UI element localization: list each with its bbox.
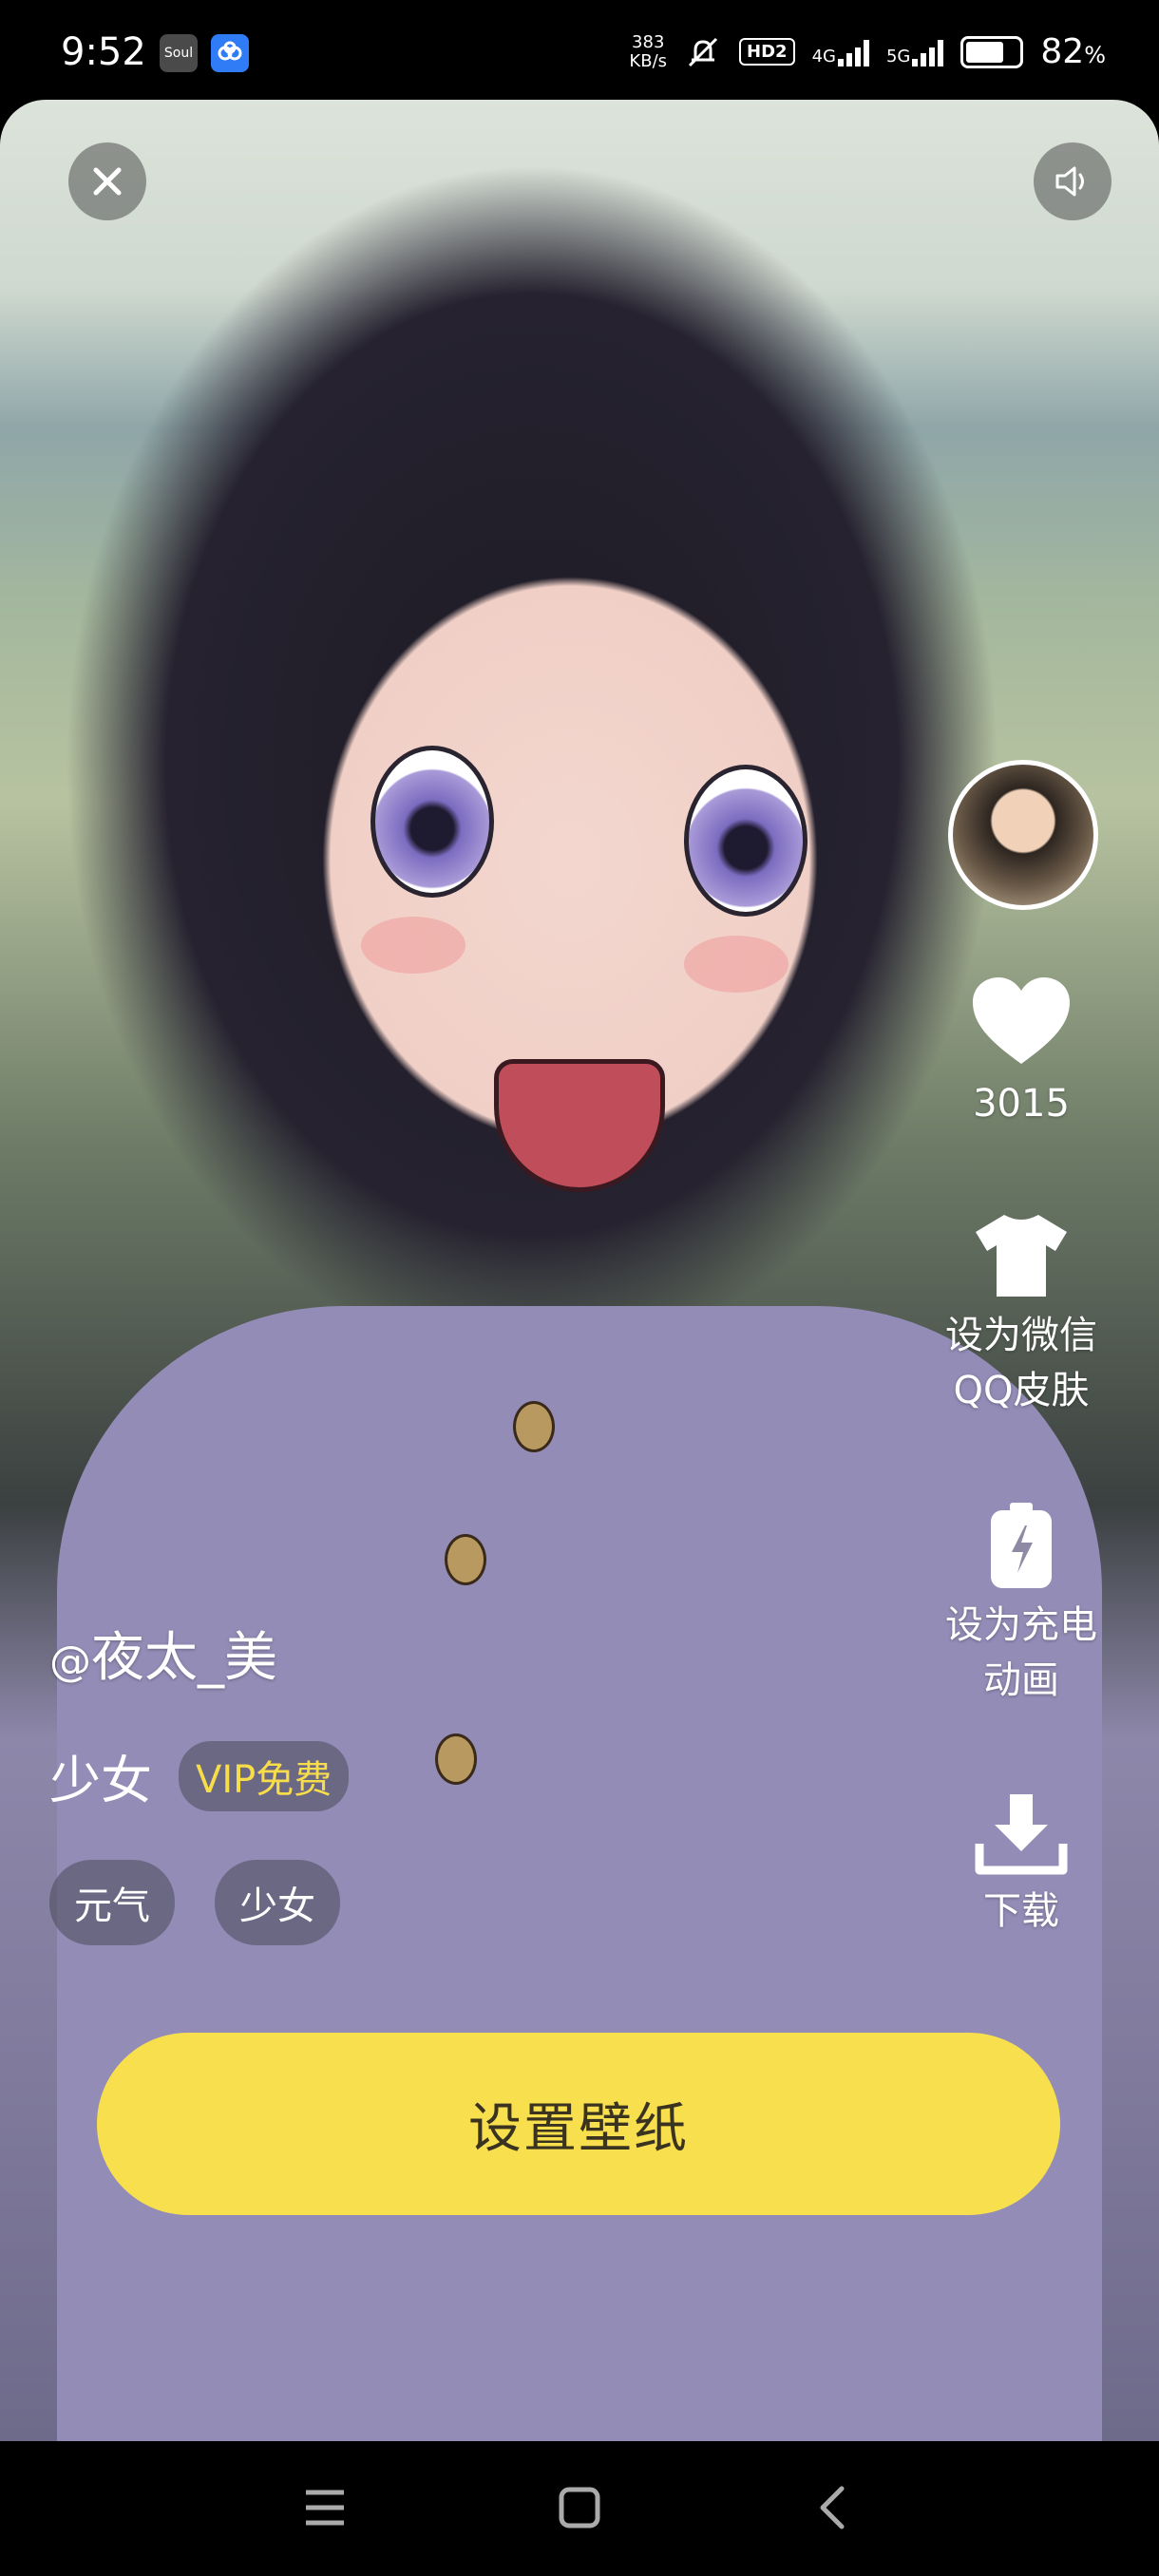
close-button[interactable] bbox=[68, 142, 146, 220]
wallpaper-title: 少女 bbox=[49, 1751, 152, 1810]
battery-unit: % bbox=[1084, 42, 1106, 68]
net-5g-label: 5G bbox=[885, 46, 911, 66]
set-skin-label-line2: QQ皮肤 bbox=[953, 1369, 1090, 1412]
illustration-blush bbox=[361, 917, 466, 974]
battery-charge-icon bbox=[991, 1503, 1052, 1588]
download-icon bbox=[975, 1794, 1068, 1875]
status-bar: 9:52 Soul 383 KB/s HD2 4G 5G 82% bbox=[0, 0, 1159, 104]
illustration-button bbox=[435, 1733, 477, 1785]
wallpaper-title-row: 少女 VIP免费 bbox=[49, 1738, 350, 1813]
illustration-button bbox=[513, 1401, 555, 1452]
author-avatar[interactable] bbox=[948, 760, 1098, 910]
charging-label-line2: 动画 bbox=[983, 1658, 1059, 1702]
set-skin-label-line1: 设为微信 bbox=[945, 1314, 1097, 1357]
set-skin-button[interactable]: 设为微信 QQ皮肤 bbox=[926, 1211, 1116, 1418]
battery-percentage: 82% bbox=[1040, 32, 1106, 71]
illustration-button bbox=[445, 1534, 486, 1585]
signal-4g: 4G bbox=[812, 38, 869, 66]
network-speed-value: 383 bbox=[632, 31, 665, 52]
battery-value: 82 bbox=[1040, 32, 1085, 71]
heart-icon bbox=[973, 977, 1070, 1064]
network-speed: 383 KB/s bbox=[629, 31, 668, 71]
back-chevron-icon bbox=[820, 2486, 845, 2529]
illustration-eye-left bbox=[370, 746, 494, 898]
home-button[interactable] bbox=[551, 2479, 608, 2536]
signal-bars-icon bbox=[837, 38, 869, 66]
back-button[interactable] bbox=[804, 2479, 861, 2536]
illustration-eye-right bbox=[684, 765, 808, 917]
set-charging-animation-button[interactable]: 设为充电 动画 bbox=[926, 1501, 1116, 1708]
tag-list: 元气 少女 bbox=[49, 1860, 340, 1945]
recent-apps-button[interactable] bbox=[296, 2479, 353, 2536]
tag-chip[interactable]: 元气 bbox=[49, 1860, 175, 1945]
signal-5g: 5G bbox=[885, 38, 944, 66]
hd-indicator: HD2 bbox=[739, 38, 795, 66]
like-count: 3015 bbox=[973, 1082, 1070, 1126]
cloud-app-icon bbox=[211, 34, 249, 72]
net-4g-label: 4G bbox=[811, 46, 836, 66]
close-icon bbox=[93, 167, 122, 196]
system-navigation-bar bbox=[0, 2441, 1159, 2576]
menu-icon bbox=[306, 2490, 344, 2526]
set-wallpaper-button[interactable]: 设置壁纸 bbox=[97, 2033, 1060, 2215]
speaker-icon bbox=[1055, 166, 1084, 197]
tshirt-icon bbox=[976, 1215, 1067, 1297]
like-button[interactable]: 3015 bbox=[926, 974, 1116, 1131]
signal-bars-icon bbox=[912, 38, 944, 66]
status-time: 9:52 bbox=[61, 30, 146, 74]
author-at-symbol: @ bbox=[49, 1638, 91, 1686]
soul-app-icon: Soul bbox=[160, 34, 198, 72]
illustration-mouth bbox=[494, 1059, 665, 1192]
author-name-text: 夜太_美 bbox=[91, 1627, 277, 1689]
charging-label-line1: 设为充电 bbox=[945, 1603, 1097, 1647]
download-label: 下载 bbox=[983, 1889, 1059, 1933]
illustration-blush bbox=[684, 936, 788, 993]
sound-toggle-button[interactable] bbox=[1034, 142, 1112, 220]
status-indicators: 383 KB/s HD2 4G 5G 82% bbox=[629, 32, 1106, 71]
tag-chip[interactable]: 少女 bbox=[215, 1860, 340, 1945]
network-speed-unit: KB/s bbox=[629, 50, 668, 71]
battery-icon bbox=[960, 35, 1024, 68]
author-name[interactable]: @夜太_美 bbox=[49, 1615, 277, 1692]
download-button[interactable]: 下载 bbox=[926, 1790, 1116, 1939]
vip-free-badge: VIP免费 bbox=[179, 1740, 350, 1811]
home-square-icon bbox=[559, 2487, 600, 2529]
mute-bell-icon bbox=[688, 37, 718, 66]
